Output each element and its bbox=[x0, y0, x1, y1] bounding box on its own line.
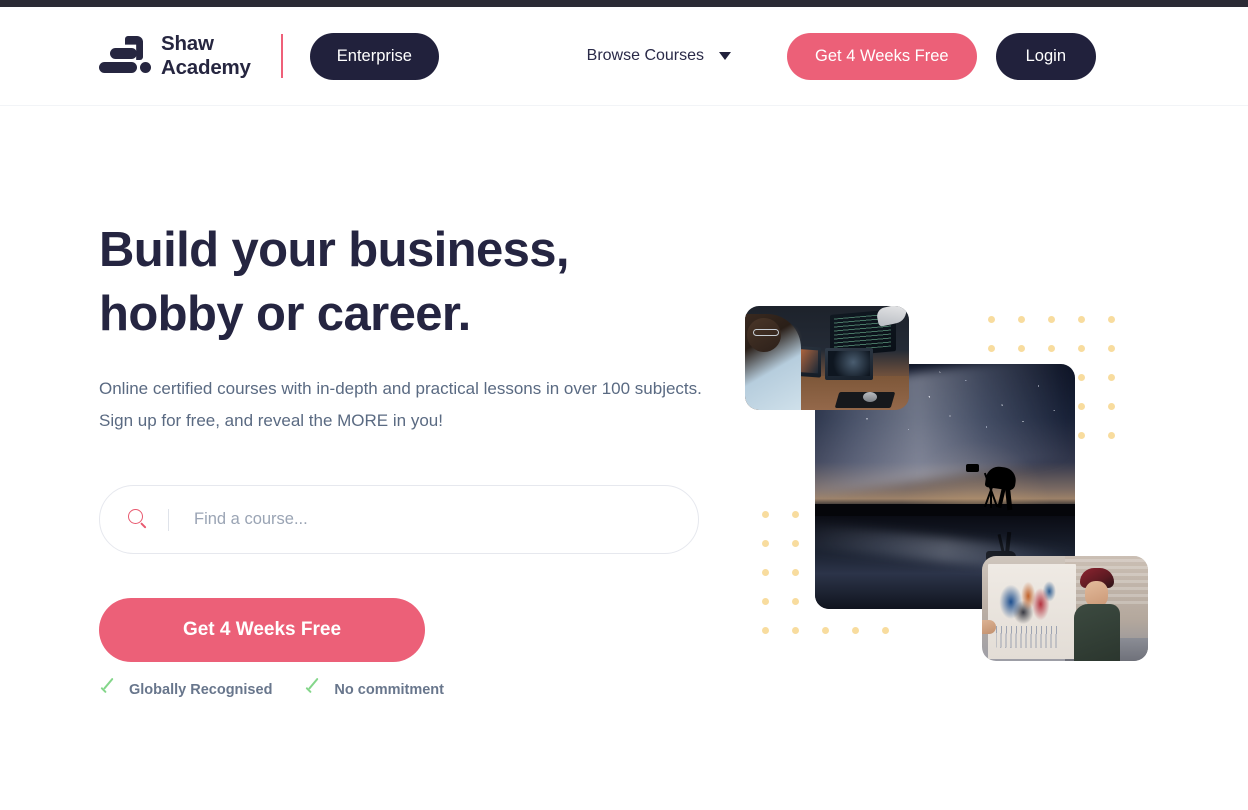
trust-badge-label: Globally Recognised bbox=[129, 682, 273, 699]
hero-image-collage bbox=[740, 191, 1170, 671]
hero-get-4-weeks-free-button[interactable]: Get 4 Weeks Free bbox=[99, 598, 425, 663]
site-header: Shaw Academy Enterprise Browse Courses G… bbox=[0, 7, 1248, 106]
hero-text-column: Build your business, hobby or career. On… bbox=[99, 219, 739, 699]
photo-coding-desk bbox=[745, 306, 909, 410]
header-vertical-divider bbox=[280, 34, 283, 78]
search-icon[interactable] bbox=[128, 508, 150, 531]
search-divider bbox=[168, 508, 169, 531]
logo-wordmark[interactable]: Shaw Academy bbox=[161, 32, 251, 80]
page-title: Build your business, hobby or career. bbox=[99, 219, 739, 346]
browse-courses-dropdown[interactable]: Browse Courses bbox=[586, 47, 732, 65]
header-get-4-weeks-free-button[interactable]: Get 4 Weeks Free bbox=[787, 32, 977, 80]
chevron-down-icon bbox=[719, 52, 732, 60]
login-button[interactable]: Login bbox=[995, 32, 1096, 80]
photo-painter bbox=[982, 556, 1148, 661]
logo-wordmark-line2: Academy bbox=[161, 56, 251, 79]
trust-badges: Globally Recognised No commitment bbox=[99, 681, 739, 699]
hero-section: Build your business, hobby or career. On… bbox=[0, 106, 1248, 788]
hero-subtitle: Online certified courses with in-depth a… bbox=[99, 379, 702, 431]
trust-badge-label: No commitment bbox=[334, 682, 444, 699]
trust-badge-globally-recognised: Globally Recognised bbox=[99, 681, 272, 699]
logo-wordmark-line1: Shaw bbox=[161, 32, 214, 56]
enterprise-button[interactable]: Enterprise bbox=[309, 32, 439, 80]
page-title-line1: Build your business, bbox=[99, 223, 570, 277]
logo-bar-bottom-shape bbox=[99, 62, 137, 73]
header-right-group: Browse Courses Get 4 Weeks Free Login bbox=[586, 32, 1096, 80]
shaw-academy-logo-icon[interactable] bbox=[99, 36, 151, 76]
trust-badge-no-commitment: No commitment bbox=[304, 681, 444, 699]
browse-courses-label: Browse Courses bbox=[586, 47, 705, 64]
search-input[interactable] bbox=[194, 510, 670, 530]
check-icon bbox=[99, 681, 117, 699]
browser-top-strip bbox=[0, 0, 1248, 7]
course-search-bar[interactable] bbox=[99, 485, 699, 555]
page-title-line2: hobby or career. bbox=[99, 286, 471, 341]
header-left-group: Shaw Academy Enterprise bbox=[99, 32, 439, 80]
check-icon bbox=[304, 681, 322, 699]
logo-dot-shape bbox=[140, 62, 151, 73]
logo-bar-mid-shape bbox=[110, 48, 137, 59]
